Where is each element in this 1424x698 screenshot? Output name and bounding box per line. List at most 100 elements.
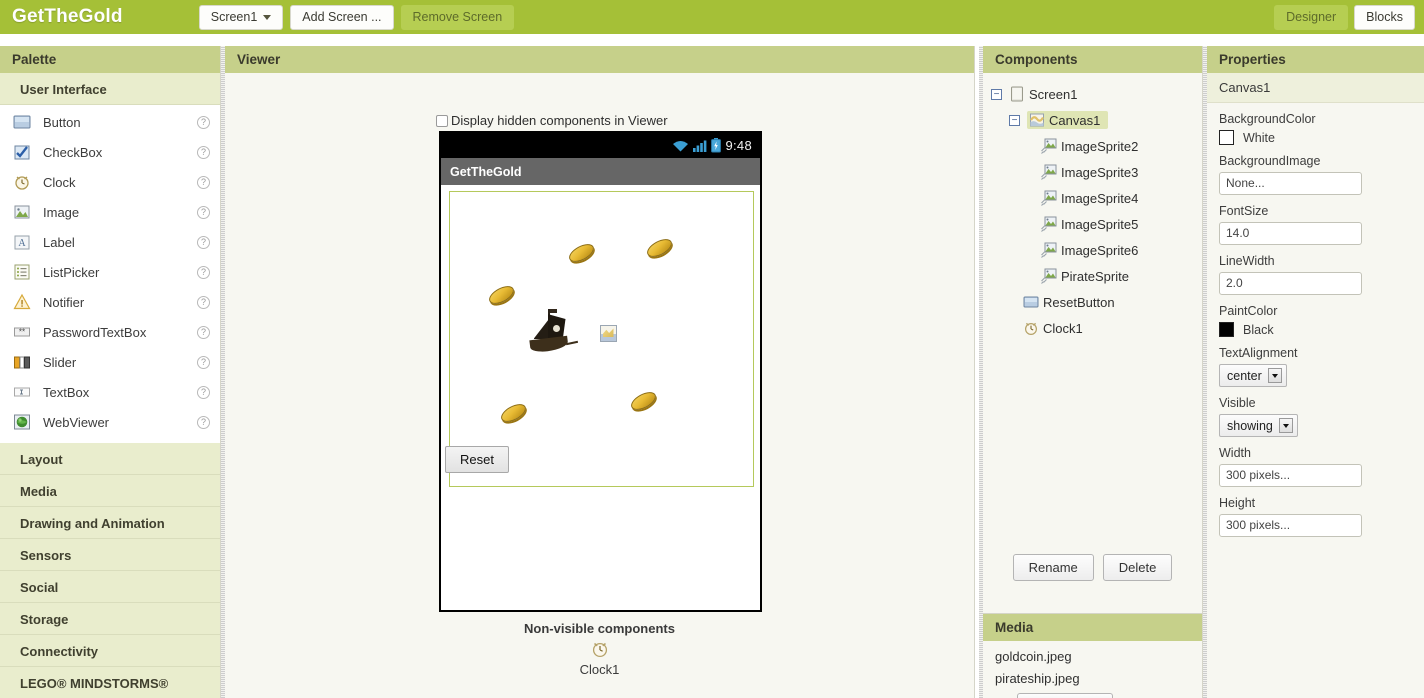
- palette-item-slider[interactable]: Slider ?: [0, 347, 220, 377]
- canvas-wrapper: [441, 185, 760, 487]
- palette-category-user-interface[interactable]: User Interface: [0, 73, 220, 105]
- palette-item-checkbox[interactable]: CheckBox ?: [0, 137, 220, 167]
- help-icon[interactable]: ?: [197, 175, 210, 189]
- image-sprite-coin[interactable]: [497, 400, 529, 426]
- tree-item-label: Clock1: [1043, 320, 1083, 336]
- palette-item-textbox[interactable]: TextBox ?: [0, 377, 220, 407]
- help-icon[interactable]: ?: [197, 355, 210, 369]
- palette-item-label: Label: [43, 234, 75, 250]
- property-value-visible[interactable]: showing: [1219, 414, 1298, 437]
- palette-item-label: Notifier: [43, 294, 85, 310]
- palette-item-listpicker[interactable]: ListPicker ?: [0, 257, 220, 287]
- image-sprite-coin[interactable]: [485, 282, 517, 308]
- tree-item-imagesprite4[interactable]: ImageSprite4: [987, 185, 1202, 211]
- palette-item-passwordtextbox[interactable]: ** PasswordTextBox ?: [0, 317, 220, 347]
- property-value-backgroundcolor[interactable]: White: [1219, 130, 1412, 145]
- palette-category-lego-mindstorms[interactable]: LEGO® MINDSTORMS®: [0, 667, 220, 698]
- palette-category-connectivity[interactable]: Connectivity: [0, 635, 220, 667]
- palette-item-image[interactable]: Image ?: [0, 197, 220, 227]
- sprite-icon: [1041, 216, 1057, 232]
- tree-item-screen1[interactable]: − Screen1: [987, 81, 1202, 107]
- top-bar: GetTheGold Screen1 Add Screen ... Remove…: [0, 0, 1424, 34]
- help-icon[interactable]: ?: [197, 205, 210, 219]
- add-screen-button[interactable]: Add Screen ...: [290, 4, 394, 30]
- label-icon: A: [13, 233, 31, 251]
- non-visible-component-clock1[interactable]: Clock1: [225, 639, 974, 677]
- tree-toggle-icon[interactable]: −: [991, 88, 1002, 100]
- property-value-height[interactable]: 300 pixels...: [1219, 514, 1362, 537]
- tree-item-label: ResetButton: [1043, 294, 1115, 310]
- tree-item-imagesprite3[interactable]: ImageSprite3: [987, 159, 1202, 185]
- chevron-down-icon: [1278, 418, 1293, 433]
- palette-category-social[interactable]: Social: [0, 571, 220, 603]
- help-icon[interactable]: ?: [197, 415, 210, 429]
- property-value-width[interactable]: 300 pixels...: [1219, 464, 1362, 487]
- non-visible-components-title: Non-visible components: [524, 621, 675, 636]
- sprite-icon: [1041, 190, 1057, 206]
- palette-category-sensors[interactable]: Sensors: [0, 539, 220, 571]
- viewer-panel: Viewer Display hidden components in View…: [225, 46, 975, 698]
- property-value-backgroundimage[interactable]: None...: [1219, 172, 1362, 195]
- rename-button[interactable]: Rename: [1012, 554, 1094, 581]
- palette-category-drawing-and-animation[interactable]: Drawing and Animation: [0, 507, 220, 539]
- canvas-component[interactable]: [448, 191, 754, 487]
- help-icon[interactable]: ?: [197, 385, 210, 399]
- help-icon[interactable]: ?: [197, 145, 210, 159]
- image-icon: [13, 203, 31, 221]
- palette-item-webviewer[interactable]: WebViewer ?: [0, 407, 220, 437]
- tree-item-label: ImageSprite4: [1061, 190, 1139, 206]
- screen-icon: [1009, 86, 1025, 102]
- palette-category-media[interactable]: Media: [0, 475, 220, 507]
- remove-screen-button[interactable]: Remove Screen: [400, 4, 515, 30]
- display-hidden-components-checkbox[interactable]: [436, 114, 448, 127]
- palette-item-label: WebViewer: [43, 414, 109, 430]
- blocks-button[interactable]: Blocks: [1354, 5, 1415, 30]
- palette-item-label[interactable]: A Label ?: [0, 227, 220, 257]
- property-value-fontsize[interactable]: 14.0: [1219, 222, 1362, 245]
- media-file-item[interactable]: goldcoin.jpeg: [995, 649, 1202, 664]
- property-label-backgroundimage: BackgroundImage: [1219, 154, 1321, 168]
- image-sprite-coin[interactable]: [643, 235, 675, 261]
- tree-item-resetbutton[interactable]: ResetButton: [987, 289, 1202, 315]
- tree-item-imagesprite5[interactable]: ImageSprite5: [987, 211, 1202, 237]
- palette-item-label: Image: [43, 204, 80, 220]
- components-title: Components: [983, 46, 1202, 73]
- tree-item-piratesprite[interactable]: PirateSprite: [987, 263, 1202, 289]
- palette-category-layout[interactable]: Layout: [0, 443, 220, 475]
- svg-text:A: A: [18, 238, 26, 249]
- tree-item-canvas1[interactable]: − Canvas1: [987, 107, 1202, 133]
- tree-item-clock1[interactable]: Clock1: [987, 315, 1202, 341]
- designer-button[interactable]: Designer: [1274, 5, 1349, 30]
- properties-selected-component: Canvas1: [1207, 73, 1424, 103]
- tree-toggle-icon[interactable]: −: [1009, 114, 1020, 126]
- pirate-sprite[interactable]: [528, 309, 578, 354]
- tree-item-imagesprite2[interactable]: ImageSprite2: [987, 133, 1202, 159]
- media-file-item[interactable]: pirateship.jpeg: [995, 671, 1202, 686]
- palette-item-clock[interactable]: Clock ?: [0, 167, 220, 197]
- palette-item-label: CheckBox: [43, 144, 103, 160]
- property-value-linewidth[interactable]: 2.0: [1219, 272, 1362, 295]
- tree-item-imagesprite6[interactable]: ImageSprite6: [987, 237, 1202, 263]
- help-icon[interactable]: ?: [197, 295, 210, 309]
- display-hidden-components-row[interactable]: Display hidden components in Viewer: [436, 113, 668, 128]
- palette-item-notifier[interactable]: Notifier ?: [0, 287, 220, 317]
- help-icon[interactable]: ?: [197, 115, 210, 129]
- palette-item-button[interactable]: Button ?: [0, 107, 220, 137]
- help-icon[interactable]: ?: [197, 235, 210, 249]
- delete-button[interactable]: Delete: [1102, 554, 1173, 581]
- color-swatch-icon: [1219, 322, 1234, 337]
- image-sprite-coin[interactable]: [565, 240, 597, 266]
- reset-button[interactable]: Reset: [445, 446, 509, 473]
- property-value-paintcolor[interactable]: Black: [1219, 322, 1412, 337]
- sprite-icon: [1041, 164, 1057, 180]
- property-value-textalignment[interactable]: center: [1219, 364, 1287, 387]
- upload-file-button[interactable]: [1017, 693, 1113, 698]
- help-icon[interactable]: ?: [197, 325, 210, 339]
- help-icon[interactable]: ?: [197, 265, 210, 279]
- signal-bars-icon: [693, 139, 707, 153]
- image-sprite-placeholder-icon[interactable]: [599, 325, 617, 342]
- palette-category-storage[interactable]: Storage: [0, 603, 220, 635]
- image-sprite-coin[interactable]: [627, 388, 659, 414]
- wifi-icon: [672, 139, 689, 153]
- screen-selector-dropdown[interactable]: Screen1: [198, 4, 284, 30]
